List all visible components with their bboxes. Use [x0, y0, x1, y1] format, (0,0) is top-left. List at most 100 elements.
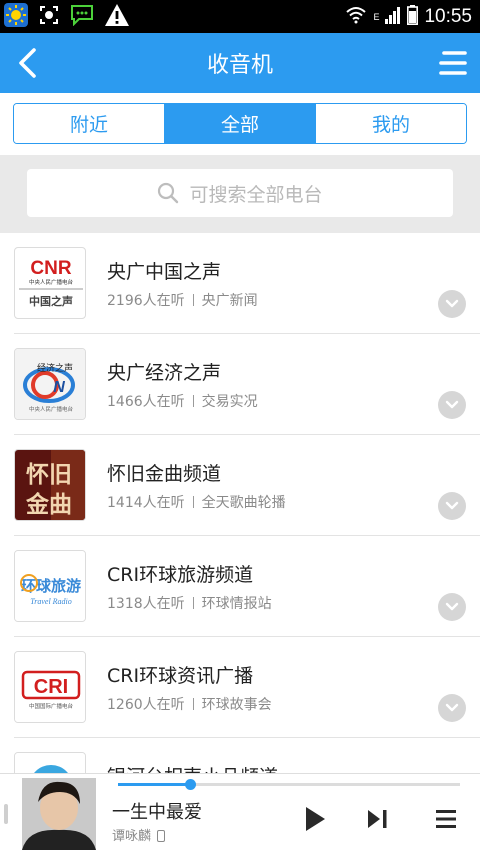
tab-mine[interactable]: 我的	[315, 104, 466, 143]
cri-logo-subtext: 中国国际广播电台	[29, 702, 74, 710]
chevron-down-icon	[445, 400, 459, 409]
wifi-icon	[345, 6, 367, 28]
listener-count: 1466人在听	[107, 394, 185, 410]
page-title: 收音机	[206, 53, 273, 78]
app-header: 收音机	[0, 33, 480, 93]
now-playing-bar[interactable]: 一生中最爱 谭咏麟	[0, 773, 480, 853]
cnr-logo: CNR 中央人民广播电台 中国之声	[14, 247, 86, 319]
meta-divider	[192, 496, 194, 508]
expand-button[interactable]	[438, 492, 466, 520]
search-input[interactable]: 可搜索全部电台	[27, 169, 453, 217]
chevron-down-icon	[445, 299, 459, 308]
progress-fill	[118, 783, 190, 786]
screenshot-icon	[38, 4, 60, 30]
economy-logo-text: 经济之声	[37, 362, 73, 374]
cnr-logo-text: CNR	[30, 258, 71, 279]
cri-travel-logo: 环球旅游 Travel Radio	[14, 550, 86, 622]
cnr-logo-name: 中国之声	[29, 294, 73, 308]
station-meta: 1260人在听 环球故事会	[107, 694, 272, 714]
phone-icon	[157, 830, 166, 842]
battery-icon	[407, 4, 419, 29]
chevron-down-icon	[445, 602, 459, 611]
station-name: 怀旧金曲频道	[107, 463, 222, 485]
cri-news-logo: CRI 中国国际广播电台	[14, 651, 86, 723]
expand-button[interactable]	[438, 694, 466, 722]
program-name: 全天歌曲轮播	[201, 495, 286, 511]
track-artist-line: 谭咏麟	[112, 825, 166, 844]
oldies-logo-bottom: 金曲	[25, 491, 72, 518]
playlist-icon	[436, 810, 456, 828]
status-bar: E 10:55	[0, 0, 480, 33]
chevron-down-icon	[445, 703, 459, 712]
meta-divider	[192, 698, 194, 710]
listener-count: 2196人在听	[107, 293, 185, 309]
station-name: 银河台相声小品频道	[107, 762, 278, 773]
drag-handle[interactable]	[4, 804, 8, 824]
station-meta: 1414人在听 全天歌曲轮播	[107, 492, 286, 512]
station-list: CNR 中央人民广播电台 中国之声 央广中国之声 2196人在听央广新闻 N	[0, 233, 480, 773]
expand-button[interactable]	[438, 290, 466, 318]
radio-screen: E 10:55 收音机 附近 全部 我的 可搜索全部电台 CNR 中央人民广播电…	[0, 0, 480, 853]
cnr-logo-subtext: 中央人民广播电台	[29, 278, 74, 286]
station-meta: 1466人在听 交易实况	[107, 391, 258, 411]
progress-knob[interactable]	[184, 779, 196, 790]
cri-logo-text: CRI	[34, 676, 68, 698]
signal-icon	[385, 6, 401, 28]
clock: 10:55	[424, 5, 472, 27]
program-name: 央广新闻	[201, 293, 258, 309]
warning-icon	[104, 3, 130, 31]
program-name: 环球情报站	[201, 596, 272, 612]
tab-all[interactable]: 全部	[164, 104, 315, 143]
listener-count: 1414人在听	[107, 495, 185, 511]
golden-oldies-logo: 怀旧 金曲	[14, 449, 86, 521]
track-title: 一生中最爱	[112, 802, 202, 823]
progress-bar[interactable]	[118, 779, 460, 790]
chevron-down-icon	[445, 501, 459, 510]
back-arrow-icon	[19, 48, 36, 78]
weather-sun-icon	[4, 2, 28, 31]
svg-text:N: N	[53, 379, 65, 396]
oldies-logo-top: 怀旧	[26, 462, 72, 488]
travel-logo-text: 环球旅游	[21, 577, 81, 595]
network-type-label: E	[373, 11, 380, 22]
search-area: 可搜索全部电台	[0, 155, 480, 233]
station-row[interactable]: 环球旅游 Travel Radio CRI环球旅游频道 1318人在听 环球情报站	[14, 536, 480, 637]
station-row[interactable]: CNR 中央人民广播电台 中国之声 央广中国之声 2196人在听 央广新闻	[14, 233, 480, 334]
travel-logo-english: Travel Radio	[30, 597, 72, 606]
tab-strip: 附近 全部 我的	[0, 93, 480, 155]
play-button[interactable]	[302, 804, 328, 834]
program-name: 交易实况	[201, 394, 258, 410]
station-row[interactable]: 银河台相声小品频道	[14, 738, 480, 773]
hamburger-menu-icon	[439, 51, 467, 75]
meta-divider	[192, 597, 194, 609]
expand-button[interactable]	[438, 593, 466, 621]
album-art[interactable]	[22, 778, 96, 850]
notification-icons	[0, 2, 130, 31]
expand-button[interactable]	[438, 391, 466, 419]
menu-button[interactable]	[438, 49, 468, 77]
station-meta: 2196人在听 央广新闻	[107, 290, 258, 310]
back-button[interactable]	[14, 47, 44, 79]
play-icon	[306, 807, 325, 831]
station-meta: 1318人在听 环球情报站	[107, 593, 272, 613]
galaxy-logo	[14, 752, 86, 773]
station-row[interactable]: 怀旧 金曲 怀旧金曲频道 1414人在听 全天歌曲轮播	[14, 435, 480, 536]
station-name: 央广经济之声	[107, 362, 222, 384]
meta-divider	[192, 395, 194, 407]
chat-icon	[70, 4, 94, 30]
meta-divider	[192, 294, 194, 306]
skip-next-icon	[368, 810, 387, 828]
station-row[interactable]: CRI 中国国际广播电台 CRI环球资讯广播 1260人在听 环球故事会	[14, 637, 480, 738]
program-name: 环球故事会	[201, 697, 272, 713]
segmented-tabs: 附近 全部 我的	[13, 103, 467, 144]
station-name: 央广中国之声	[107, 261, 222, 283]
search-placeholder: 可搜索全部电台	[189, 183, 323, 206]
cnr-economy-logo: N 经济之声 中央人民广播电台	[14, 348, 86, 420]
station-name: CRI环球资讯广播	[107, 665, 254, 687]
station-name: CRI环球旅游频道	[107, 564, 254, 586]
playlist-button[interactable]	[434, 808, 458, 830]
next-button[interactable]	[366, 808, 390, 830]
station-row[interactable]: N 经济之声 中央人民广播电台 央广经济之声 1466人在听 交易实况	[14, 334, 480, 435]
system-status: E 10:55	[345, 4, 480, 29]
tab-nearby[interactable]: 附近	[14, 104, 164, 143]
